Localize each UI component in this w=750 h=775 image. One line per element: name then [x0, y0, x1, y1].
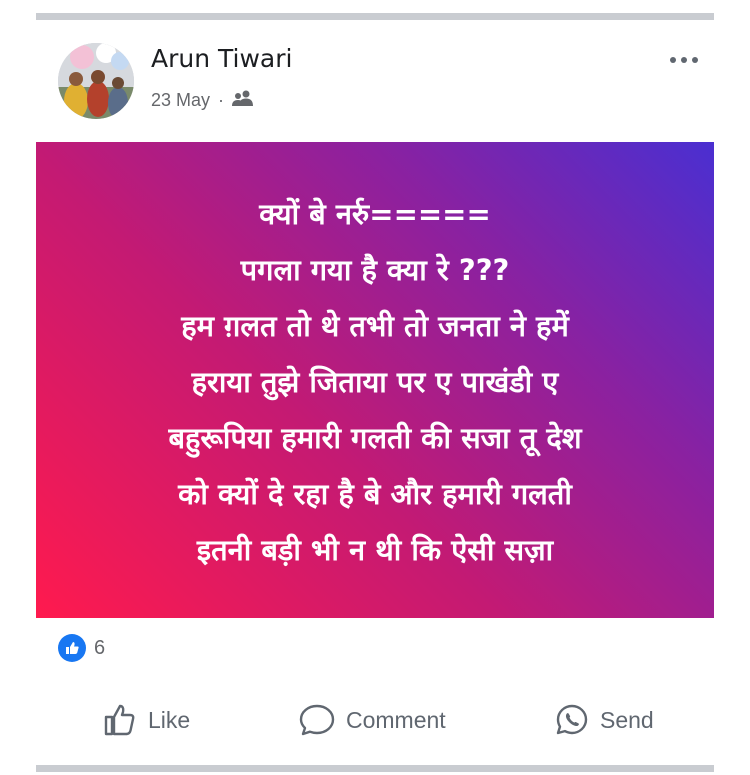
friends-icon: [232, 90, 254, 111]
send-label: Send: [600, 706, 654, 733]
more-options-icon[interactable]: [666, 50, 702, 70]
reactions-summary[interactable]: 6: [58, 634, 105, 662]
post-meta: 23 May ·: [151, 90, 254, 111]
reaction-count: 6: [94, 636, 106, 659]
comment-button[interactable]: Comment: [298, 702, 446, 738]
bottom-divider: [36, 765, 714, 772]
meta-separator: ·: [218, 90, 225, 110]
post-header: Arun Tiwari 23 May ·: [36, 20, 714, 138]
avatar[interactable]: [58, 43, 134, 119]
whatsapp-icon: [556, 704, 588, 735]
like-button[interactable]: Like: [102, 702, 190, 738]
author-name[interactable]: Arun Tiwari: [151, 44, 292, 73]
top-divider: [36, 13, 714, 20]
avatar-photo: [58, 43, 134, 119]
send-button[interactable]: Send: [554, 702, 654, 738]
post-text: क्यों बे नर्रु===== पगला गया है क्या रे …: [168, 197, 582, 567]
comment-icon: [299, 704, 335, 736]
thumbs-up-icon: [104, 704, 135, 736]
post-date[interactable]: 23 May: [151, 90, 210, 111]
like-icon: [58, 634, 86, 662]
comment-label: Comment: [346, 706, 446, 733]
action-bar: Like Comment Send: [36, 690, 714, 754]
post-text-background: क्यों बे नर्रु===== पगला गया है क्या रे …: [36, 142, 714, 618]
like-label: Like: [148, 706, 191, 733]
